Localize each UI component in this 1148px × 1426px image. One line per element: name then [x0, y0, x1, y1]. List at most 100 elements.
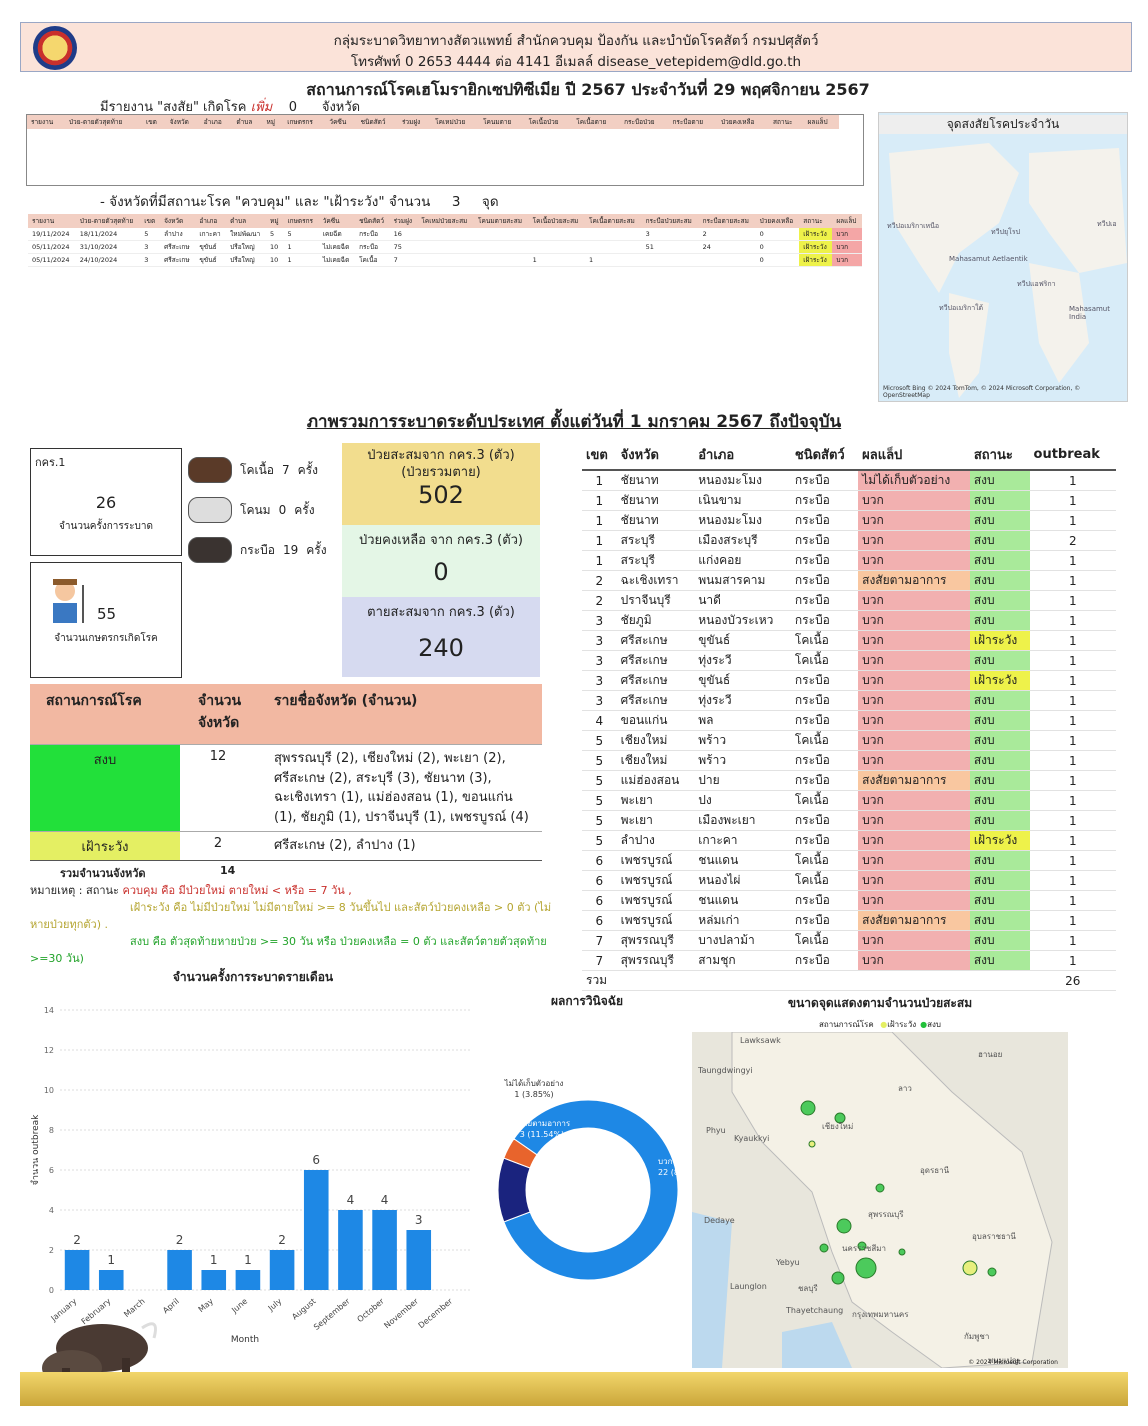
control-col-header[interactable]: เกษตรกร: [283, 214, 319, 228]
detail-table-row[interactable]: 3 ชัยภูมิ หนองบัวระเหว กระบือ บวก สงบ 1: [582, 610, 1116, 631]
suspect-col-header[interactable]: ชนิดสัตว์: [356, 115, 398, 129]
control-col-header[interactable]: โคเนื้อป่วยสะสม: [528, 214, 586, 228]
detail-table-row[interactable]: 1 ชัยนาท เนินขาม กระบือ บวก สงบ 1: [582, 490, 1116, 511]
bar-mark[interactable]: [201, 1270, 227, 1290]
detail-table-row[interactable]: 5 แม่ฮ่องสอน ปาย กระบือ สงสัยตามอาการ สงบ 1: [582, 770, 1116, 791]
map2-outbreak-dot[interactable]: [831, 1271, 845, 1285]
detail-table-row[interactable]: 7 สุพรรณบุรี สามชุก กระบือ บวก สงบ 1: [582, 950, 1116, 971]
map2-outbreak-dot[interactable]: [819, 1243, 829, 1253]
suspect-col-header[interactable]: โคเนื้อป่วย: [524, 115, 573, 129]
suspect-col-header[interactable]: อำเภอ: [199, 115, 233, 129]
detail-table-row[interactable]: 5 พะเยา เมืองพะเยา กระบือ บวก สงบ 1: [582, 810, 1116, 831]
detail-col-header[interactable]: เขต: [582, 440, 617, 471]
control-col-header[interactable]: รายงาน: [28, 214, 76, 228]
suspect-col-header[interactable]: โคเหม่ป่วย: [431, 115, 480, 129]
suspect-col-header[interactable]: เขต: [142, 115, 166, 129]
detail-table-row[interactable]: 3 ศรีสะเกษ ทุ่งระวี โคเนื้อ บวก สงบ 1: [582, 650, 1116, 671]
control-col-header[interactable]: ร่วมฝูง: [389, 214, 418, 228]
detail-col-header[interactable]: อำเภอ: [694, 440, 791, 471]
control-col-header[interactable]: เขต: [140, 214, 161, 228]
farmer-count-card: 55 จำนวนเกษตรกรเกิดโรค: [30, 562, 182, 678]
bar-mark[interactable]: [98, 1270, 124, 1290]
detail-table-row[interactable]: 6 เพชรบูรณ์ หนองไผ่ โคเนื้อ บวก สงบ 1: [582, 870, 1116, 891]
detail-table-row[interactable]: 7 สุพรรณบุรี บางปลาม้า โคเนื้อ บวก สงบ 1: [582, 930, 1116, 951]
detail-table-row[interactable]: 4 ขอนแก่น พล กระบือ บวก สงบ 1: [582, 710, 1116, 731]
detail-table-row[interactable]: 5 ลำปาง เกาะคา กระบือ บวก เฝ้าระวัง 1: [582, 830, 1116, 851]
suspect-col-header[interactable]: วัคซีน: [325, 115, 357, 129]
detail-table-row[interactable]: 3 ศรีสะเกษ ขุขันธ์ กระบือ บวก เฝ้าระวัง 1: [582, 670, 1116, 691]
map2-outbreak-dot[interactable]: [855, 1257, 877, 1279]
detail-col-header[interactable]: ชนิดสัตว์: [790, 440, 859, 471]
detail-table-row[interactable]: 2 ปราจีนบุรี นาดี กระบือ บวก สงบ 1: [582, 590, 1116, 611]
bar-mark[interactable]: [167, 1250, 192, 1290]
control-col-header[interactable]: ผลแล็ป: [832, 214, 862, 228]
suspect-col-header[interactable]: โคเนื้อตาย: [572, 115, 621, 129]
detail-table-row[interactable]: 3 ศรีสะเกษ ขุขันธ์ โคเนื้อ บวก เฝ้าระวัง 1: [582, 630, 1116, 651]
control-col-header[interactable]: ตำบล: [226, 214, 267, 228]
map2-outbreak-dot[interactable]: [808, 1140, 816, 1148]
map2-outbreak-dot[interactable]: [987, 1267, 997, 1277]
control-col-header[interactable]: กระบือตายสะสม: [698, 214, 756, 228]
suspect-col-header[interactable]: จังหวัด: [165, 115, 200, 129]
suspect-col-header[interactable]: รายงาน: [27, 115, 65, 129]
daily-suspect-map[interactable]: จุดสงสัยโรคประจำวัน ทวีปอเมริกาเหนือ ทวีป…: [878, 112, 1128, 402]
detail-col-header[interactable]: ผลแล็ป: [858, 440, 970, 471]
bar-mark[interactable]: [372, 1210, 397, 1290]
suspect-col-header[interactable]: โคนมตาย: [479, 115, 525, 129]
suspect-col-header[interactable]: ป่วย-ตายตัวสุดท้าย: [64, 115, 143, 129]
control-col-header[interactable]: โคเหม่ป่วยสะสม: [417, 214, 475, 228]
detail-table-row[interactable]: 5 พะเยา ปง โคเนื้อ บวก สงบ 1: [582, 790, 1116, 811]
thailand-map-panel[interactable]: ขนาดจุดแสดงตามจำนวนป่วยสะสม สถานการณ์โรค…: [690, 990, 1070, 1375]
suspect-col-header[interactable]: เกษตรกร: [283, 115, 326, 129]
map2-outbreak-dot[interactable]: [836, 1218, 852, 1234]
control-col-header[interactable]: วัคซีน: [318, 214, 356, 228]
detail-table-row[interactable]: 2 ฉะเชิงเทรา พนมสารคาม กระบือ สงสัยตามอาการส…: [582, 570, 1116, 591]
map2-outbreak-dot[interactable]: [898, 1248, 906, 1256]
suspect-col-header[interactable]: ตำบล: [232, 115, 263, 129]
suspect-col-header[interactable]: กระบือป่วย: [620, 115, 669, 129]
detail-table-row[interactable]: 1 สระบุรี เมืองสระบุรี กระบือ บวก สงบ 2: [582, 530, 1116, 551]
detail-col-header[interactable]: จังหวัด: [616, 440, 695, 471]
control-col-header[interactable]: ป่วยคงเหลือ: [755, 214, 800, 228]
suspect-col-header[interactable]: ร่วมฝูง: [397, 115, 432, 129]
bar-mark[interactable]: [235, 1270, 261, 1290]
detail-table-row[interactable]: 1 สระบุรี แก่งคอย กระบือ บวก สงบ 1: [582, 550, 1116, 571]
detail-col-header[interactable]: สถานะ: [969, 440, 1030, 471]
bar-mark[interactable]: [406, 1230, 432, 1290]
control-col-header[interactable]: สถานะ: [799, 214, 833, 228]
detail-table-row[interactable]: 1 ชัยนาท หนองมะโมง กระบือ บวก สงบ 1: [582, 510, 1116, 531]
detail-table-row[interactable]: 5 เชียงใหม่ พร้าว กระบือ บวก สงบ 1: [582, 750, 1116, 771]
outbreak-detail-table-wrap[interactable]: เขต จังหวัด อำเภอ ชนิดสัตว์ ผลแล็ป สถานะ outbr…: [582, 440, 1116, 991]
suspect-col-header[interactable]: ป่วยคงเหลือ: [716, 115, 770, 129]
map2-outbreak-dot[interactable]: [800, 1100, 816, 1116]
detail-table-row[interactable]: 6 เพชรบูรณ์ หล่มเก่า กระบือ สงสัยตามอาการ สงบ…: [582, 910, 1116, 931]
control-col-header[interactable]: ป่วย-ตายตัวสุดท้าย: [75, 214, 141, 228]
map2-outbreak-dot[interactable]: [875, 1183, 885, 1193]
control-col-header[interactable]: ชนิดสัตว์: [355, 214, 390, 228]
control-col-header[interactable]: โคเนื้อตายสะสม: [585, 214, 642, 228]
control-col-header[interactable]: โคนมตายสะสม: [474, 214, 529, 228]
detail-table-row[interactable]: 6 เพชรบูรณ์ ชนแดน กระบือ บวก สงบ 1: [582, 890, 1116, 911]
control-col-header[interactable]: จังหวัด: [160, 214, 196, 228]
detail-table-row[interactable]: 5 เชียงใหม่ พร้าว โคเนื้อ บวก สงบ 1: [582, 730, 1116, 751]
detail-cell: 5: [582, 830, 617, 851]
detail-cell: สงบ: [969, 750, 1030, 771]
detail-col-header[interactable]: outbreak: [1029, 440, 1116, 471]
control-col-header[interactable]: หมู่: [266, 214, 284, 228]
control-col-header[interactable]: กระบือป่วยสะสม: [641, 214, 699, 228]
bar-mark[interactable]: [338, 1210, 363, 1290]
suspect-col-header[interactable]: ผลแล็ป: [803, 115, 839, 129]
suspect-col-header[interactable]: สถานะ: [769, 115, 804, 129]
detail-table-row[interactable]: 6 เพชรบูรณ์ ชนแดน โคเนื้อ บวก สงบ 1: [582, 850, 1116, 871]
animal-icon: [188, 537, 232, 563]
bar-mark[interactable]: [269, 1250, 295, 1290]
bar-mark[interactable]: [303, 1170, 329, 1290]
suspect-col-header[interactable]: กระบือตาย: [668, 115, 717, 129]
map2-outbreak-dot[interactable]: [962, 1260, 978, 1276]
detail-table-row[interactable]: 3 ศรีสะเกษ ทุ่งระวี กระบือ บวก สงบ 1: [582, 690, 1116, 711]
control-col-header[interactable]: อำเภอ: [195, 214, 227, 228]
bar-mark[interactable]: [64, 1250, 90, 1290]
detail-table-row[interactable]: 1 ชัยนาท หนองมะโมง กระบือ ไม่ได้เก็บตัวอย่าง…: [582, 470, 1116, 491]
donut-slice[interactable]: [497, 1157, 531, 1223]
suspect-col-header[interactable]: หมู่: [262, 115, 284, 129]
